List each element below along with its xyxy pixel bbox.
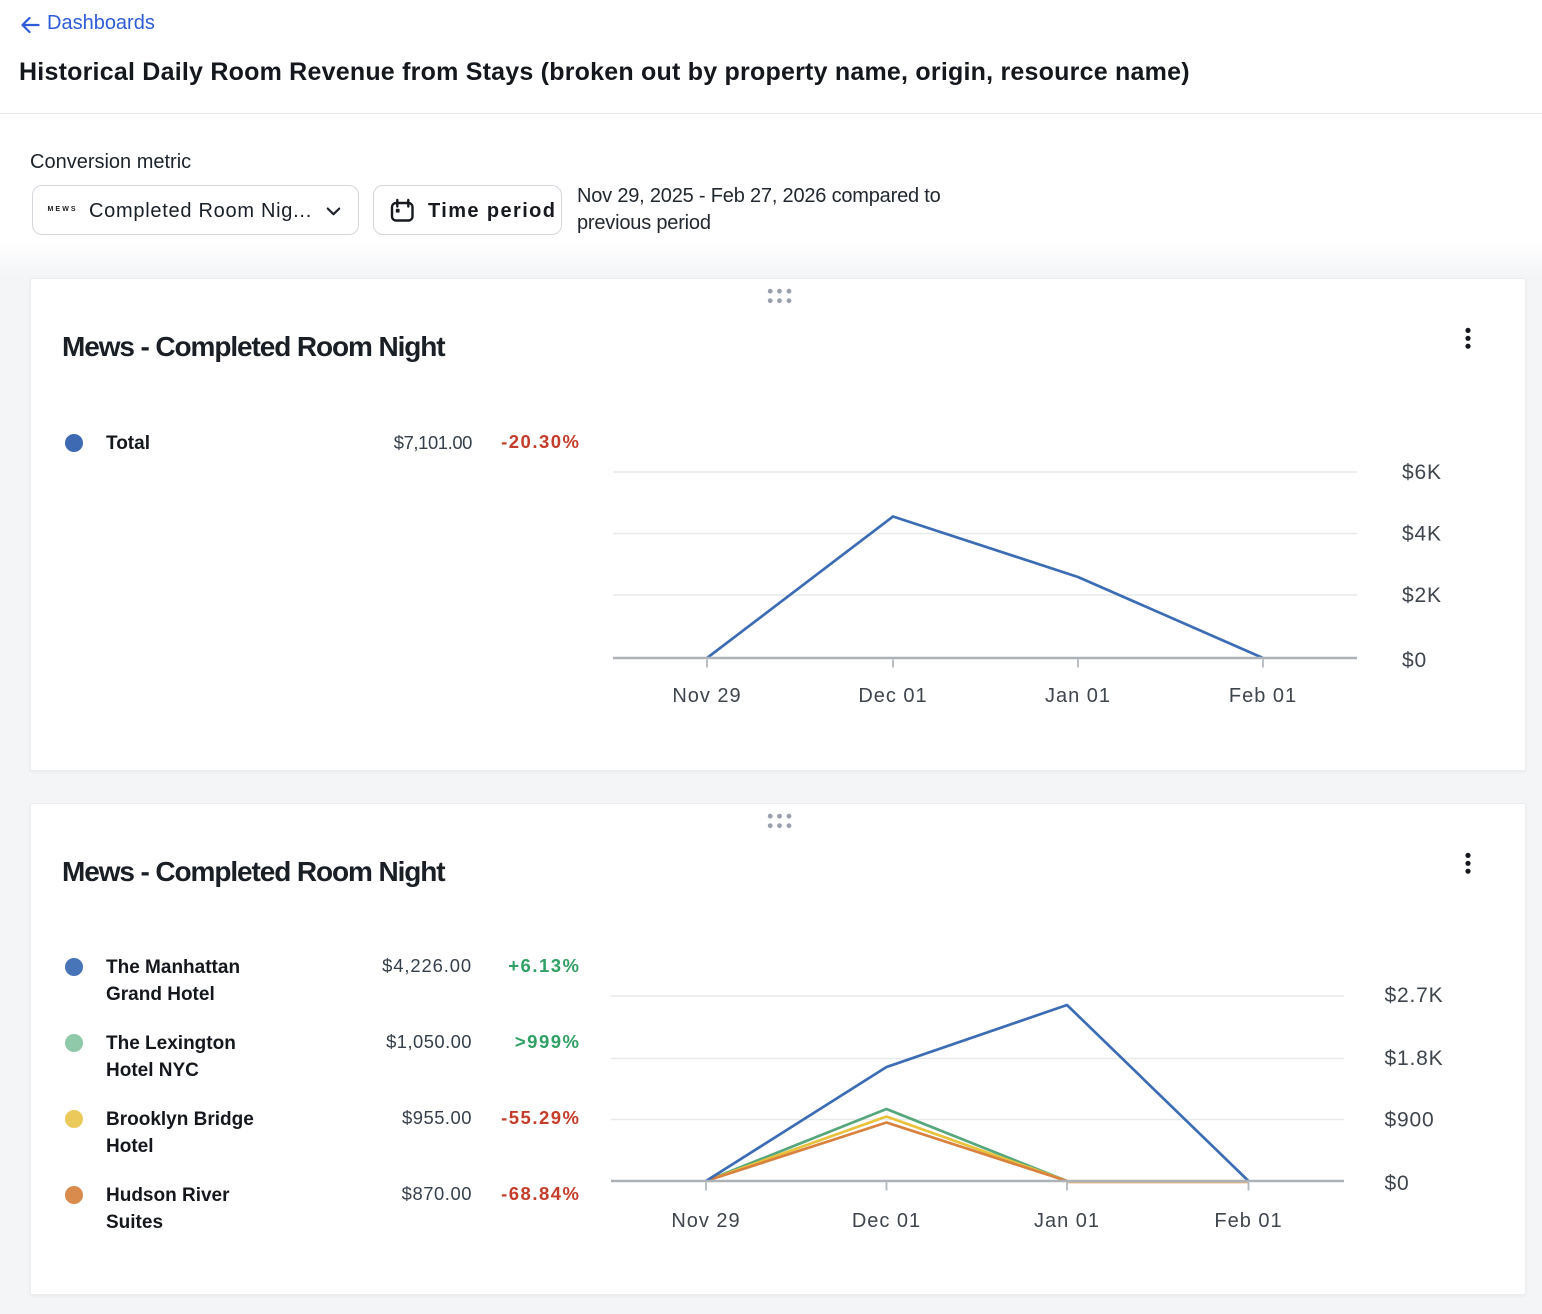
svg-text:$4K: $4K [1402,523,1442,546]
svg-text:$2K: $2K [1402,584,1442,607]
svg-text:Feb 01: Feb 01 [1214,1210,1282,1232]
svg-text:Jan 01: Jan 01 [1045,685,1111,707]
svg-text:$0: $0 [1385,1172,1410,1195]
svg-text:$1.8K: $1.8K [1385,1047,1444,1070]
svg-text:Dec 01: Dec 01 [858,685,927,707]
svg-text:Feb 01: Feb 01 [1229,685,1297,707]
svg-text:Jan 01: Jan 01 [1034,1210,1100,1232]
svg-text:Nov 29: Nov 29 [672,685,741,707]
svg-text:$2.7K: $2.7K [1385,984,1444,1007]
svg-text:$6K: $6K [1402,461,1442,484]
svg-text:Dec 01: Dec 01 [852,1210,921,1232]
svg-text:$0: $0 [1402,649,1427,672]
svg-text:Nov 29: Nov 29 [671,1210,740,1232]
svg-text:$900: $900 [1385,1109,1435,1132]
